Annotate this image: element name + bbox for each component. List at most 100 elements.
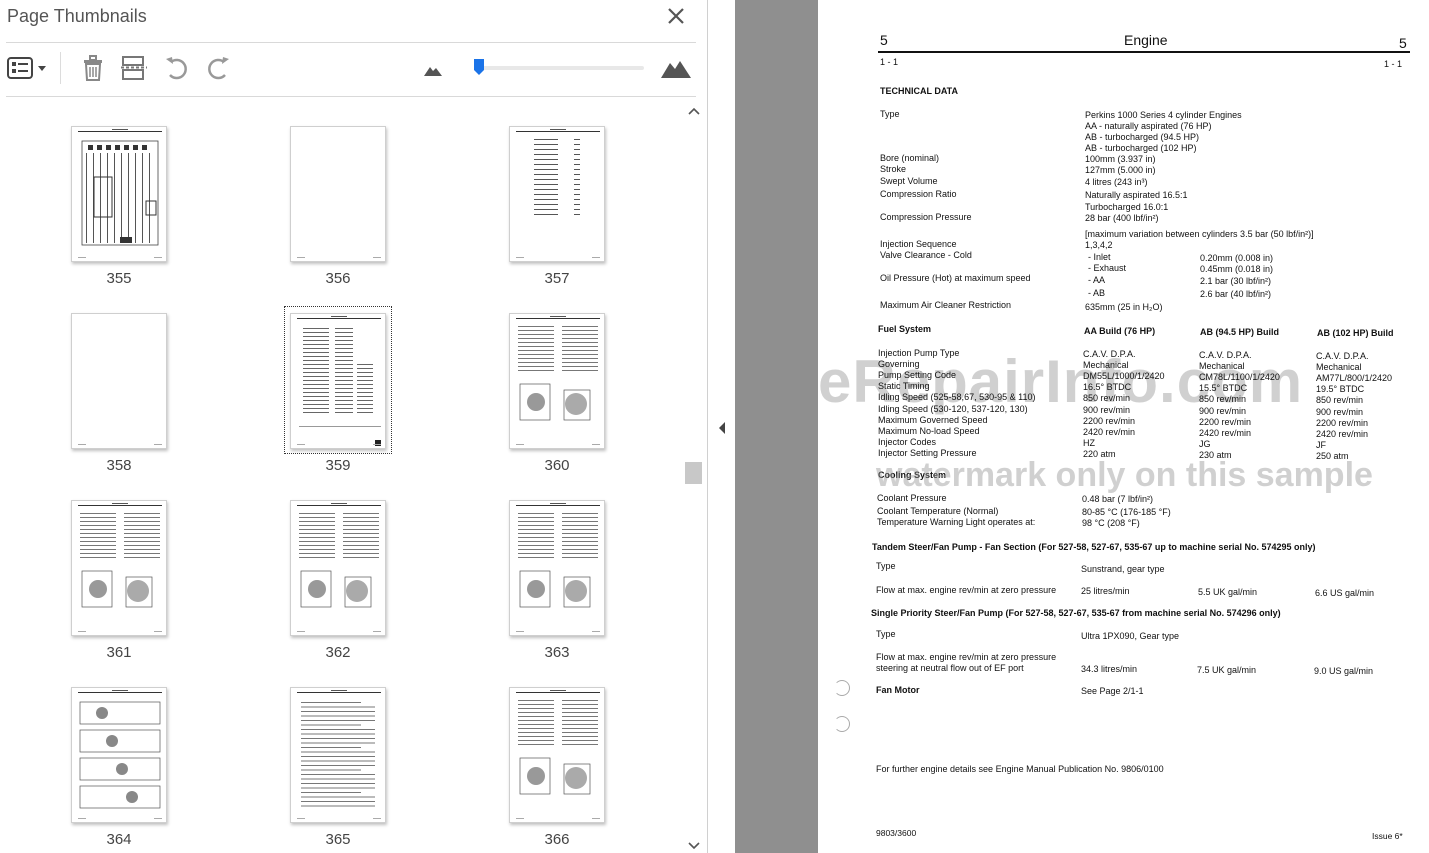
page-thumbnail-label: 364: [106, 831, 132, 848]
fuel-row-value: 2420 rev/min: [1316, 429, 1369, 439]
type-label: Type: [880, 109, 900, 119]
page-thumbnail-363[interactable]: [509, 500, 605, 636]
page-thumbnail-362[interactable]: [290, 500, 386, 636]
page-list-options-icon[interactable]: [6, 53, 50, 83]
single-pump-heading: Single Priority Steer/Fan Pump (For 527-…: [871, 608, 1281, 618]
cooling-system-heading: Cooling System: [878, 470, 947, 480]
cooling-value: 98 °C (208 °F): [1082, 518, 1140, 528]
valve-value: 0.20mm (0.008 in): [1200, 253, 1274, 263]
page-thumbnail-357[interactable]: [509, 126, 605, 262]
valve-value: 0.45mm (0.018 in): [1200, 264, 1274, 274]
cooling-label: Coolant Pressure: [877, 493, 947, 503]
page-thumbnail-label: 355: [106, 270, 132, 287]
fuel-row-value: 850 rev/min: [1316, 395, 1364, 405]
undo-icon[interactable]: [162, 53, 192, 83]
redo-icon[interactable]: [203, 53, 233, 83]
oil-pressure-label: Oil Pressure (Hot) at maximum speed: [880, 273, 1031, 283]
thumbnail-preview: [516, 690, 600, 819]
page-thumbnail-364[interactable]: [71, 687, 167, 823]
scroll-down-icon[interactable]: [688, 839, 700, 851]
footer-publication-number: 9803/3600: [876, 828, 917, 838]
spec-label: Compression Ratio: [880, 189, 957, 199]
page-ref-left: 1 - 1: [880, 57, 899, 67]
scroll-up-icon[interactable]: [688, 106, 700, 118]
thumbnail-preview: [516, 503, 600, 632]
fuel-row-label: Injection Pump Type: [878, 348, 960, 358]
spec-label: Stroke: [880, 164, 907, 174]
valve-value: 2.6 bar (40 lbf/in²): [1200, 289, 1272, 299]
page-ref-right: 1 - 1: [1384, 59, 1403, 69]
tandem-flow-0: 25 litres/min: [1081, 586, 1130, 596]
thumbnail-preview: [516, 316, 600, 445]
binder-hole-mark: [834, 716, 850, 732]
thumbnail-preview: [297, 316, 381, 446]
panel-title: Page Thumbnails: [7, 6, 147, 26]
page-thumbnail-366[interactable]: [509, 687, 605, 823]
page-thumbnail-356[interactable]: [290, 126, 386, 262]
thumbnail-preview: [297, 503, 381, 632]
fuel-row-value: 2420 rev/min: [1199, 428, 1252, 438]
fuel-row-label: Idling Speed (530-120, 537-120, 130): [878, 404, 1028, 414]
page-thumbnail-label: 356: [325, 270, 351, 287]
footer-issue: Issue 6*: [1372, 831, 1403, 841]
cooling-value: 80-85 °C (176-185 °F): [1082, 507, 1171, 517]
collapse-panel-icon[interactable]: [716, 420, 728, 436]
single-type-label: Type: [876, 629, 896, 639]
scrollbar-thumb[interactable]: [685, 462, 702, 484]
fuel-row-value: 900 rev/min: [1199, 406, 1247, 416]
fuel-row-label: Static Timing: [878, 381, 930, 391]
page-thumbnail-355[interactable]: [71, 126, 167, 262]
spec-label: Bore (nominal): [880, 153, 940, 163]
page-thumbnail-358[interactable]: [71, 313, 167, 449]
page-thumbnail-label: 358: [106, 457, 132, 474]
valve-value: 2.1 bar (30 lbf/in²): [1200, 276, 1272, 286]
fuel-row-value: Mechanical: [1083, 360, 1129, 370]
page-thumbnail-label: 363: [544, 644, 570, 661]
spec-value: [maximum variation between cylinders 3.5…: [1085, 229, 1314, 239]
page-thumbnail-label: 361: [106, 644, 132, 661]
thumbnail-preview: [78, 503, 162, 632]
tandem-flow-2: 6.6 US gal/min: [1315, 588, 1375, 598]
tandem-type-label: Type: [876, 561, 896, 571]
fuel-row-label: Pump Setting Code: [878, 370, 957, 380]
further-details-note: For further engine details see Engine Ma…: [876, 764, 1164, 774]
fuel-row-value: C.A.V. D.P.A.: [1083, 349, 1136, 359]
header-rule: [878, 51, 1410, 53]
spec-label: Injection Sequence: [880, 239, 957, 249]
spec-value: 28 bar (400 lbf/in²): [1085, 213, 1159, 223]
valve-key: - Inlet: [1088, 252, 1111, 262]
page-thumbnail-361[interactable]: [71, 500, 167, 636]
fuel-row-label: Idling Speed (525-58,67, 530-95 & 110): [878, 392, 1036, 402]
close-icon[interactable]: [664, 4, 688, 28]
fuel-col-2: AB (102 HP) Build: [1317, 328, 1394, 338]
toolbar-divider: [60, 52, 61, 84]
single-flow-1: 7.5 UK gal/min: [1197, 665, 1257, 675]
zoom-out-mountain-icon[interactable]: [422, 60, 444, 78]
fuel-row-value: 850 rev/min: [1199, 394, 1247, 404]
spec-value: Turbocharged 16.0:1: [1085, 202, 1169, 212]
thumbnail-preview: [516, 129, 600, 258]
tandem-pump-heading: Tandem Steer/Fan Pump - Fan Section (For…: [872, 542, 1316, 552]
single-flow-2: 9.0 US gal/min: [1314, 666, 1374, 676]
page-thumbnail-360[interactable]: [509, 313, 605, 449]
zoom-in-mountain-icon[interactable]: [660, 56, 692, 80]
type-value-3: AB - turbocharged (102 HP): [1085, 143, 1197, 153]
fuel-row-value: AM77L/800/1/2420: [1316, 373, 1393, 383]
fuel-row-value: C.A.V. D.P.A.: [1199, 350, 1252, 360]
fuel-row-value: DM55L/1000/1/2420: [1083, 371, 1165, 381]
page-thumbnail-359[interactable]: [290, 313, 386, 449]
extract-page-icon[interactable]: [119, 53, 149, 83]
page-thumbnail-label: 357: [544, 270, 570, 287]
thumbnail-preview: [78, 444, 162, 445]
delete-icon[interactable]: [78, 53, 108, 83]
fuel-row-label: Maximum Governed Speed: [878, 415, 988, 425]
thumbnail-size-slider-thumb[interactable]: [473, 58, 485, 76]
fuel-col-0: AA Build (76 HP): [1084, 326, 1156, 336]
thumbnail-size-slider[interactable]: [474, 66, 644, 70]
spec-value: Naturally aspirated 16.5:1: [1085, 190, 1188, 200]
fuel-system-heading: Fuel System: [878, 324, 932, 334]
type-value-2: AB - turbocharged (94.5 HP): [1085, 132, 1200, 142]
fan-motor-label: Fan Motor: [876, 685, 920, 695]
single-type-value: Ultra 1PX090, Gear type: [1081, 631, 1180, 641]
page-thumbnail-365[interactable]: [290, 687, 386, 823]
